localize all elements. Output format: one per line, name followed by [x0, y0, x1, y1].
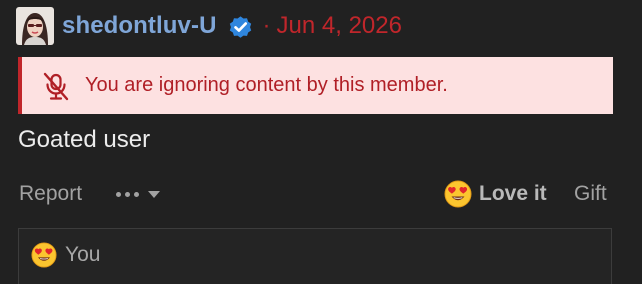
header-separator: ·: [262, 12, 271, 39]
love-it-label: Love it: [479, 182, 547, 205]
username-link[interactable]: shedontluv-U: [62, 12, 217, 40]
post-header: shedontluv-U · Jun 4, 2026: [16, 6, 402, 46]
verified-check-icon: [227, 13, 254, 40]
ignored-notice: You are ignoring content by this member.: [18, 57, 613, 114]
post-container: shedontluv-U · Jun 4, 2026 You are ignor…: [0, 0, 642, 284]
post-actions: Report Love it Gift: [18, 176, 612, 212]
post-message: Goated user: [18, 126, 151, 153]
chevron-down-icon: [148, 190, 160, 198]
avatar[interactable]: [16, 7, 54, 45]
reactions-bar: You: [18, 228, 612, 284]
post-date[interactable]: Jun 4, 2026: [277, 12, 402, 40]
avatar-image: [16, 7, 54, 45]
love-it-button[interactable]: Love it: [444, 179, 547, 209]
heart-eyes-emoji-icon: [31, 242, 57, 268]
more-options-button[interactable]: [116, 180, 160, 208]
reaction-list-link[interactable]: You: [65, 243, 100, 267]
ellipsis-icon: [116, 191, 139, 197]
heart-eyes-emoji-icon: [444, 180, 472, 208]
gift-button[interactable]: Gift: [574, 182, 607, 206]
ignored-notice-text: You are ignoring content by this member.: [85, 74, 448, 96]
muted-mic-icon: [39, 69, 73, 103]
report-button[interactable]: Report: [19, 182, 82, 206]
